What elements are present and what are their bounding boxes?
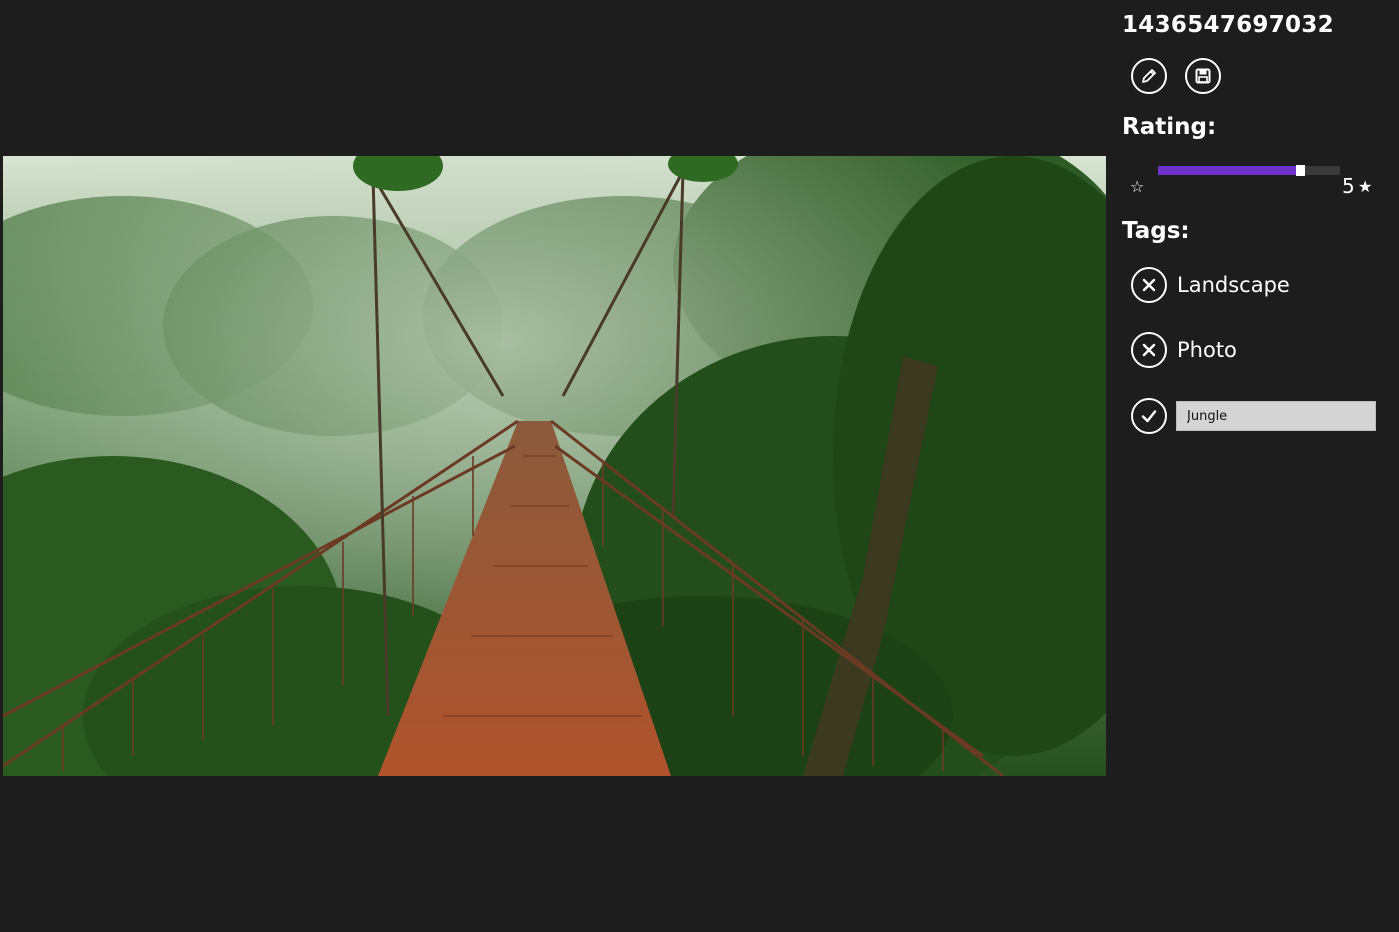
save-button[interactable] bbox=[1185, 58, 1221, 94]
rating-label: Rating: bbox=[1122, 114, 1217, 140]
new-tag-input[interactable] bbox=[1176, 401, 1376, 431]
photo-title: 1436547697032 bbox=[1122, 12, 1334, 38]
floppy-disk-icon bbox=[1195, 68, 1211, 84]
tag-label: Landscape bbox=[1177, 273, 1290, 297]
rating-slider-fill bbox=[1158, 166, 1300, 175]
remove-tag-button[interactable] bbox=[1131, 332, 1167, 368]
remove-tag-button[interactable] bbox=[1131, 267, 1167, 303]
tag-label: Photo bbox=[1177, 338, 1237, 362]
tags-label: Tags: bbox=[1122, 218, 1190, 244]
edit-button[interactable] bbox=[1131, 58, 1167, 94]
confirm-tag-button[interactable] bbox=[1131, 398, 1167, 434]
star-outline-icon: ☆ bbox=[1130, 177, 1145, 196]
photo-image bbox=[3, 156, 1106, 776]
jungle-bridge-illustration bbox=[3, 156, 1106, 776]
pencil-icon bbox=[1142, 69, 1156, 83]
remove-icon bbox=[1142, 343, 1156, 357]
tag-item: Landscape bbox=[1131, 267, 1290, 303]
rating-slider[interactable] bbox=[1158, 165, 1340, 176]
rating-slider-thumb[interactable] bbox=[1296, 165, 1305, 176]
confirm-check-icon bbox=[1141, 410, 1157, 423]
remove-icon bbox=[1142, 278, 1156, 292]
star-filled-icon: ★ bbox=[1358, 177, 1373, 196]
tag-item: Photo bbox=[1131, 332, 1237, 368]
details-panel: 1436547697032 Rating: ☆ 5 ★ Tags: Landsc… bbox=[1122, 0, 1392, 932]
rating-value: 5 bbox=[1342, 174, 1355, 198]
app-window: 1436547697032 Rating: ☆ 5 ★ Tags: Landsc… bbox=[0, 0, 1399, 932]
new-tag-row bbox=[1131, 398, 1376, 434]
